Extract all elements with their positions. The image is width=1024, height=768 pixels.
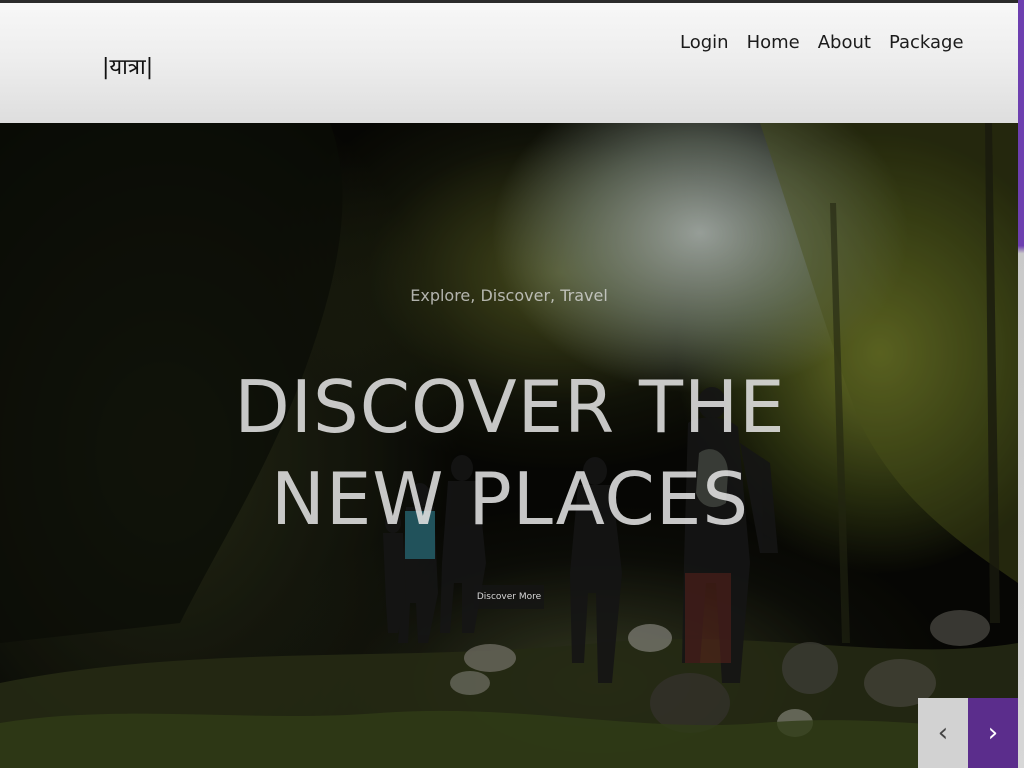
nav-package[interactable]: Package [889,33,964,53]
nav-home[interactable]: Home [747,33,800,53]
slider-prev-button[interactable]: ‹ [918,698,968,768]
slider-next-button[interactable]: › [968,698,1018,768]
site-header: |यात्रा| Login Home About Package [0,3,1018,123]
side-scroll-strip[interactable] [1018,0,1024,768]
chevron-left-icon: ‹ [937,718,949,748]
nav-about[interactable]: About [818,33,871,53]
chevron-right-icon: › [987,718,999,748]
hero-title: DISCOVER THE NEW PLACES [234,365,786,541]
nav-login[interactable]: Login [680,33,729,53]
hero-section: Explore, Discover, Travel DISCOVER THE N… [0,123,1018,768]
main-nav: Login Home About Package [680,33,964,53]
page: |यात्रा| Login Home About Package Explor… [0,0,1024,768]
discover-more-button[interactable]: Discover More [474,585,544,609]
site-logo[interactable]: |यात्रा| [102,51,153,81]
hero-subtitle: Explore, Discover, Travel [410,286,608,305]
